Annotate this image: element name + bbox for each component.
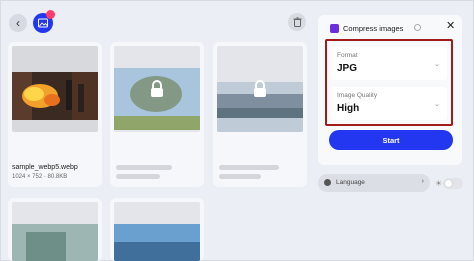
- format-label: Format: [337, 52, 358, 59]
- quality-label: Image Quality: [337, 92, 378, 99]
- file-card[interactable]: [8, 198, 102, 261]
- file-card[interactable]: [110, 42, 204, 187]
- options-highlight: Format JPG ⌄ Image Quality High ⌄: [325, 39, 453, 126]
- format-select[interactable]: Format JPG ⌄: [331, 47, 447, 80]
- quality-value: High: [337, 103, 360, 114]
- info-icon[interactable]: [414, 24, 421, 31]
- start-button[interactable]: Start: [329, 130, 453, 150]
- theme-toggle[interactable]: ☀: [435, 178, 463, 189]
- close-icon[interactable]: ✕: [446, 21, 455, 32]
- file-thumbnail: [114, 46, 200, 132]
- file-thumbnail: [12, 202, 98, 261]
- panel-title: Compress images: [343, 24, 404, 33]
- gallery-badge: [46, 10, 55, 19]
- file-name-placeholder: [116, 165, 172, 170]
- file-thumbnail: [12, 46, 98, 132]
- lock-icon: [151, 80, 163, 97]
- file-name-placeholder: [219, 165, 279, 170]
- chevron-down-icon: ⌄: [434, 61, 440, 68]
- toggle-knob: [445, 180, 452, 187]
- language-selector[interactable]: Language ›: [318, 174, 430, 192]
- file-card[interactable]: [110, 198, 204, 261]
- format-value: JPG: [337, 63, 358, 74]
- file-meta-placeholder: [116, 174, 160, 179]
- trash-button[interactable]: [288, 13, 306, 31]
- image-icon: [38, 18, 48, 28]
- lock-icon: [254, 80, 266, 97]
- file-name: sample_webp5.webp: [12, 164, 78, 171]
- chevron-right-icon: ›: [421, 178, 424, 185]
- file-card[interactable]: [213, 42, 307, 187]
- compress-icon: [330, 24, 339, 33]
- compress-panel: Compress images ✕ Format JPG ⌄ Image Qua…: [318, 15, 462, 165]
- chevron-left-icon: ‹: [16, 16, 20, 30]
- file-meta-placeholder: [219, 174, 261, 179]
- globe-icon: [324, 179, 331, 186]
- chevron-down-icon: ⌄: [434, 101, 440, 108]
- file-thumbnail: [114, 202, 200, 261]
- language-label: Language: [336, 179, 365, 186]
- file-thumbnail: [217, 46, 303, 132]
- trash-icon: [293, 17, 301, 27]
- quality-select[interactable]: Image Quality High ⌄: [331, 87, 447, 120]
- sun-icon: ☀: [435, 179, 443, 188]
- back-button[interactable]: ‹: [9, 14, 27, 32]
- file-meta: 1024 × 752 · 80.8KB: [12, 174, 68, 180]
- file-card[interactable]: sample_webp5.webp 1024 × 752 · 80.8KB: [8, 42, 102, 187]
